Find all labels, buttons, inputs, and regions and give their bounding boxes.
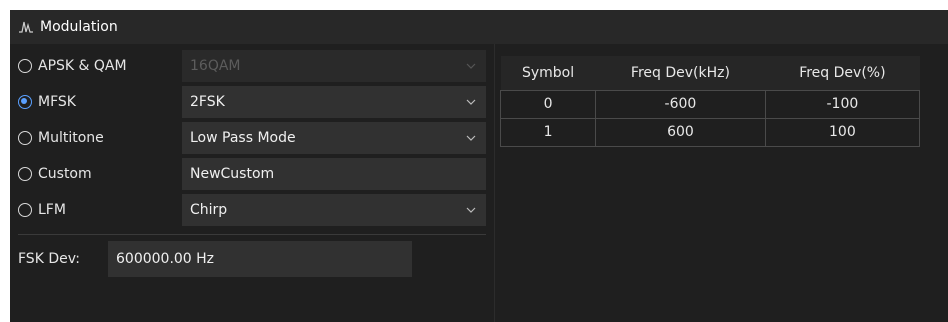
- radio-label: LFM: [38, 202, 66, 218]
- column-header-freq-dev-percent[interactable]: Freq Dev(%): [765, 56, 920, 90]
- radio-circle[interactable]: [18, 131, 32, 145]
- chevron-down-icon: [466, 99, 476, 105]
- chevron-down-icon: [466, 207, 476, 213]
- radio-circle[interactable]: [18, 167, 32, 181]
- option-row-multitone: Multitone Low Pass Mode: [10, 122, 495, 154]
- table-cell[interactable]: 0: [499, 89, 597, 119]
- radio-lfm[interactable]: LFM: [10, 202, 180, 218]
- radio-multitone[interactable]: Multitone: [10, 130, 180, 146]
- radio-label: MFSK: [38, 94, 76, 110]
- table-cell[interactable]: 1: [499, 117, 597, 147]
- modulation-panel: Modulation APSK & QAM 16QAM MFSK 2FSK Mu…: [10, 10, 948, 322]
- field-value: NewCustom: [190, 166, 275, 182]
- option-row-mfsk: MFSK 2FSK: [10, 86, 495, 118]
- dropdown-value: 16QAM: [190, 58, 241, 74]
- radio-custom[interactable]: Custom: [10, 166, 180, 182]
- panel-titlebar: Modulation: [10, 10, 948, 44]
- fsk-dev-label: FSK Dev:: [18, 251, 80, 267]
- table-cell[interactable]: -100: [764, 89, 921, 119]
- column-header-symbol[interactable]: Symbol: [500, 56, 596, 90]
- fsk-dev-value: 600000.00 Hz: [116, 251, 215, 267]
- panel-title: Modulation: [40, 19, 118, 35]
- column-header-freq-dev-khz[interactable]: Freq Dev(kHz): [595, 56, 766, 90]
- chevron-down-icon: [466, 135, 476, 141]
- divider: [18, 234, 486, 235]
- chevron-down-icon: [466, 63, 476, 69]
- radio-mfsk[interactable]: MFSK: [10, 94, 180, 110]
- custom-name-field[interactable]: NewCustom: [182, 158, 486, 190]
- dropdown-value: Low Pass Mode: [190, 130, 296, 146]
- dropdown-value: Chirp: [190, 202, 228, 218]
- mfsk-dropdown[interactable]: 2FSK: [182, 86, 486, 118]
- radio-label: APSK & QAM: [38, 58, 127, 74]
- multitone-dropdown[interactable]: Low Pass Mode: [182, 122, 486, 154]
- waveform-icon: [18, 19, 34, 35]
- radio-circle[interactable]: [18, 59, 32, 73]
- table-cell[interactable]: 600: [595, 117, 766, 147]
- radio-label: Custom: [38, 166, 92, 182]
- table-row[interactable]: 1 600 100: [499, 117, 921, 147]
- option-row-custom: Custom NewCustom: [10, 158, 495, 190]
- lfm-dropdown[interactable]: Chirp: [182, 194, 486, 226]
- radio-circle[interactable]: [18, 203, 32, 217]
- table-header-row: Symbol Freq Dev(kHz) Freq Dev(%): [500, 56, 920, 90]
- vertical-divider: [494, 44, 495, 322]
- dropdown-value: 2FSK: [190, 94, 225, 110]
- option-row-apsk-qam: APSK & QAM 16QAM: [10, 50, 495, 82]
- table-row[interactable]: 0 -600 -100: [499, 89, 921, 119]
- fsk-dev-input[interactable]: 600000.00 Hz: [108, 241, 412, 277]
- radio-circle-checked[interactable]: [18, 95, 32, 109]
- radio-label: Multitone: [38, 130, 104, 146]
- fsk-dev-row: FSK Dev: 600000.00 Hz: [10, 241, 495, 277]
- table-cell[interactable]: 100: [764, 117, 921, 147]
- apsk-qam-dropdown[interactable]: 16QAM: [182, 50, 486, 82]
- modulation-options: APSK & QAM 16QAM MFSK 2FSK Multitone Low…: [10, 44, 495, 322]
- radio-apsk-qam[interactable]: APSK & QAM: [10, 58, 180, 74]
- symbol-table: Symbol Freq Dev(kHz) Freq Dev(%) 0 -600 …: [499, 56, 921, 147]
- table-cell[interactable]: -600: [595, 89, 766, 119]
- option-row-lfm: LFM Chirp: [10, 194, 495, 226]
